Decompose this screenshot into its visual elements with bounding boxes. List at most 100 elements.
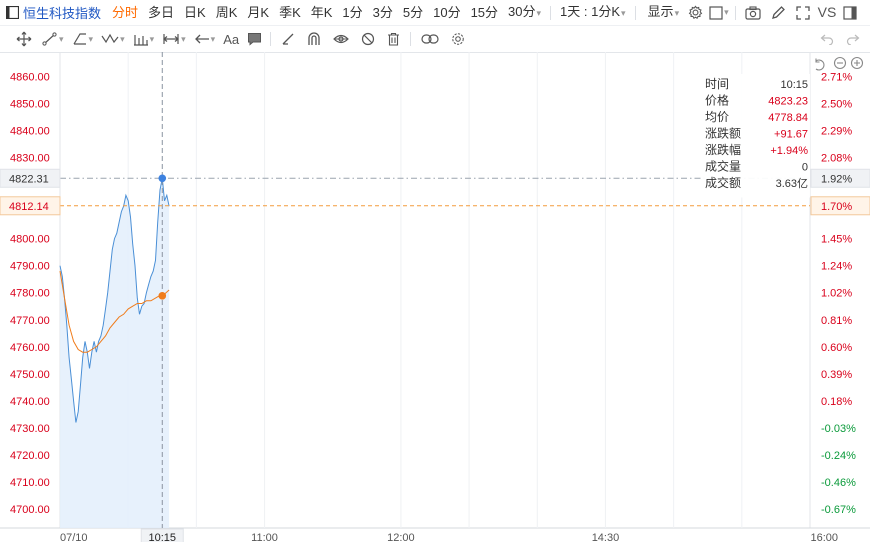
ruler-tool[interactable] <box>275 26 301 52</box>
pct-tick-label: -0.24% <box>821 450 856 462</box>
vs-compare-button[interactable]: VS <box>815 0 840 25</box>
y-tick-label: 4790.00 <box>10 261 50 273</box>
undo-icon[interactable] <box>814 26 840 52</box>
fullscreen-icon[interactable] <box>791 0 815 25</box>
display-select[interactable]: 显示▾ <box>640 0 685 26</box>
tooltip-value: 3.63亿 <box>776 177 808 190</box>
display-label: 显示 <box>647 4 674 19</box>
chevron-down-icon: ▾ <box>59 33 64 44</box>
y-tick-label: 4760.00 <box>10 342 50 354</box>
y-tick-label: 4780.00 <box>10 288 50 300</box>
chevron-down-icon: ▾ <box>181 33 186 44</box>
hide-icon[interactable] <box>355 26 381 52</box>
pct-tick-label: 2.08% <box>821 152 852 164</box>
channel-tool[interactable]: ▾ <box>68 26 98 52</box>
tab-period-11[interactable]: 15分 <box>466 0 503 25</box>
tab-period-5[interactable]: 季K <box>274 0 306 25</box>
tooltip-value: 10:15 <box>780 79 808 91</box>
toolbar-divider <box>734 5 736 20</box>
arrow-left-tool[interactable]: ▾ <box>190 26 220 52</box>
text-tool-label: Aa <box>223 31 240 47</box>
redo-icon[interactable] <box>840 26 870 52</box>
more-period-label: 30分 <box>508 4 536 19</box>
chevron-down-icon: ▾ <box>674 8 680 18</box>
tooltip-value: 4823.23 <box>768 96 808 108</box>
draw-settings-gear-icon[interactable] <box>445 26 471 52</box>
tooltip-value: +1.94% <box>770 145 808 157</box>
interval-select[interactable]: 1天 : 1分K▾ <box>555 0 631 26</box>
y-tick-label: 4740.00 <box>10 396 50 408</box>
pct-tick-label: 1.45% <box>821 234 852 246</box>
toolbar-divider <box>410 32 412 46</box>
y-tick-label: 4850.00 <box>10 98 50 110</box>
tab-period-8[interactable]: 3分 <box>368 0 398 25</box>
average-marker <box>158 292 167 300</box>
tooltip-label: 涨跌额 <box>705 126 741 141</box>
measure-tool[interactable]: ▾ <box>129 26 159 52</box>
tab-period-9[interactable]: 5分 <box>398 0 428 25</box>
x-tick-label: 14:30 <box>592 532 620 542</box>
camera-icon[interactable] <box>740 0 766 25</box>
range-tool[interactable]: ▾ <box>158 26 190 52</box>
zoom-in-icon[interactable] <box>850 56 864 70</box>
pct-tick-label: 0.18% <box>821 396 852 408</box>
tab-period-4[interactable]: 月K <box>242 0 274 25</box>
chevron-down-icon: ▾ <box>88 33 94 44</box>
pct-tick-label: 0.60% <box>821 342 852 354</box>
link-icon[interactable] <box>415 26 445 52</box>
tab-period-0[interactable]: 分时 <box>107 0 143 25</box>
text-tool[interactable]: Aa <box>219 26 243 52</box>
x-tick-label: 07/10 <box>60 532 88 542</box>
x-tick-label: 16:00 <box>810 532 838 542</box>
y-tick-label: 4730.00 <box>10 423 50 435</box>
magnet-icon[interactable] <box>301 26 327 52</box>
chart-square-icon[interactable] <box>0 0 19 25</box>
chart-controls <box>815 56 864 71</box>
chevron-down-icon: ▾ <box>120 33 125 44</box>
chart-style-select[interactable]: ▾ <box>707 0 731 25</box>
tooltip-value: 0 <box>802 162 808 174</box>
tooltip-value: 4778.84 <box>768 112 808 124</box>
toolbar-divider <box>270 32 272 46</box>
tab-period-6[interactable]: 年K <box>306 0 338 25</box>
chevron-down-icon: ▾ <box>149 33 155 44</box>
interval-label: 1天 : 1分K <box>560 4 621 19</box>
guide-layer <box>60 52 810 528</box>
index-title[interactable]: 恒生科技指数 <box>19 3 107 22</box>
y-tick-label: 4800.00 <box>10 234 50 246</box>
pencil-icon[interactable] <box>766 0 791 25</box>
crosshair-price-badge-label: 4822.31 <box>9 173 49 185</box>
more-period-select[interactable]: 30分▾ <box>503 0 546 26</box>
settings-gear-icon[interactable] <box>684 0 707 25</box>
price-area <box>60 178 170 529</box>
toolbar-divider <box>550 5 552 20</box>
tab-period-2[interactable]: 日K <box>179 0 211 25</box>
y-tick-label: 4860.00 <box>10 71 50 83</box>
eye-icon[interactable] <box>327 26 355 52</box>
pct-tick-label: 1.24% <box>821 261 852 273</box>
tooltip-label: 时间 <box>705 77 729 91</box>
comment-icon[interactable] <box>243 26 266 52</box>
trash-icon[interactable] <box>381 26 406 52</box>
crosshair-pct-badge-label: 1.92% <box>821 173 852 185</box>
tab-period-3[interactable]: 周K <box>211 0 243 25</box>
wave-tool[interactable]: ▾ <box>97 26 129 52</box>
current-price-badge-label: 4812.14 <box>9 201 49 213</box>
pct-tick-label: 2.29% <box>821 125 852 137</box>
chevron-down-icon: ▾ <box>536 8 542 18</box>
zoom-out-icon[interactable] <box>833 56 847 70</box>
tab-period-1[interactable]: 多日 <box>143 0 179 25</box>
y-tick-label: 4770.00 <box>10 315 50 327</box>
price-marker <box>158 174 167 183</box>
intraday-chart[interactable]: 4860.00 4850.00 4840.00 4830.00 4800.00 4790.… <box>0 52 870 542</box>
side-panel-icon[interactable] <box>839 0 861 25</box>
tab-period-7[interactable]: 1分 <box>337 0 367 25</box>
reset-zoom-icon[interactable] <box>815 58 825 71</box>
pct-tick-label: 0.81% <box>821 315 852 327</box>
y-tick-label: 4840.00 <box>10 125 50 137</box>
move-crosshair-icon[interactable] <box>0 26 38 52</box>
trend-line-tool[interactable]: ▾ <box>38 26 68 52</box>
tab-period-10[interactable]: 10分 <box>428 0 465 25</box>
x-tick-label: 12:00 <box>387 532 415 542</box>
pct-tick-label: -0.03% <box>821 423 856 435</box>
